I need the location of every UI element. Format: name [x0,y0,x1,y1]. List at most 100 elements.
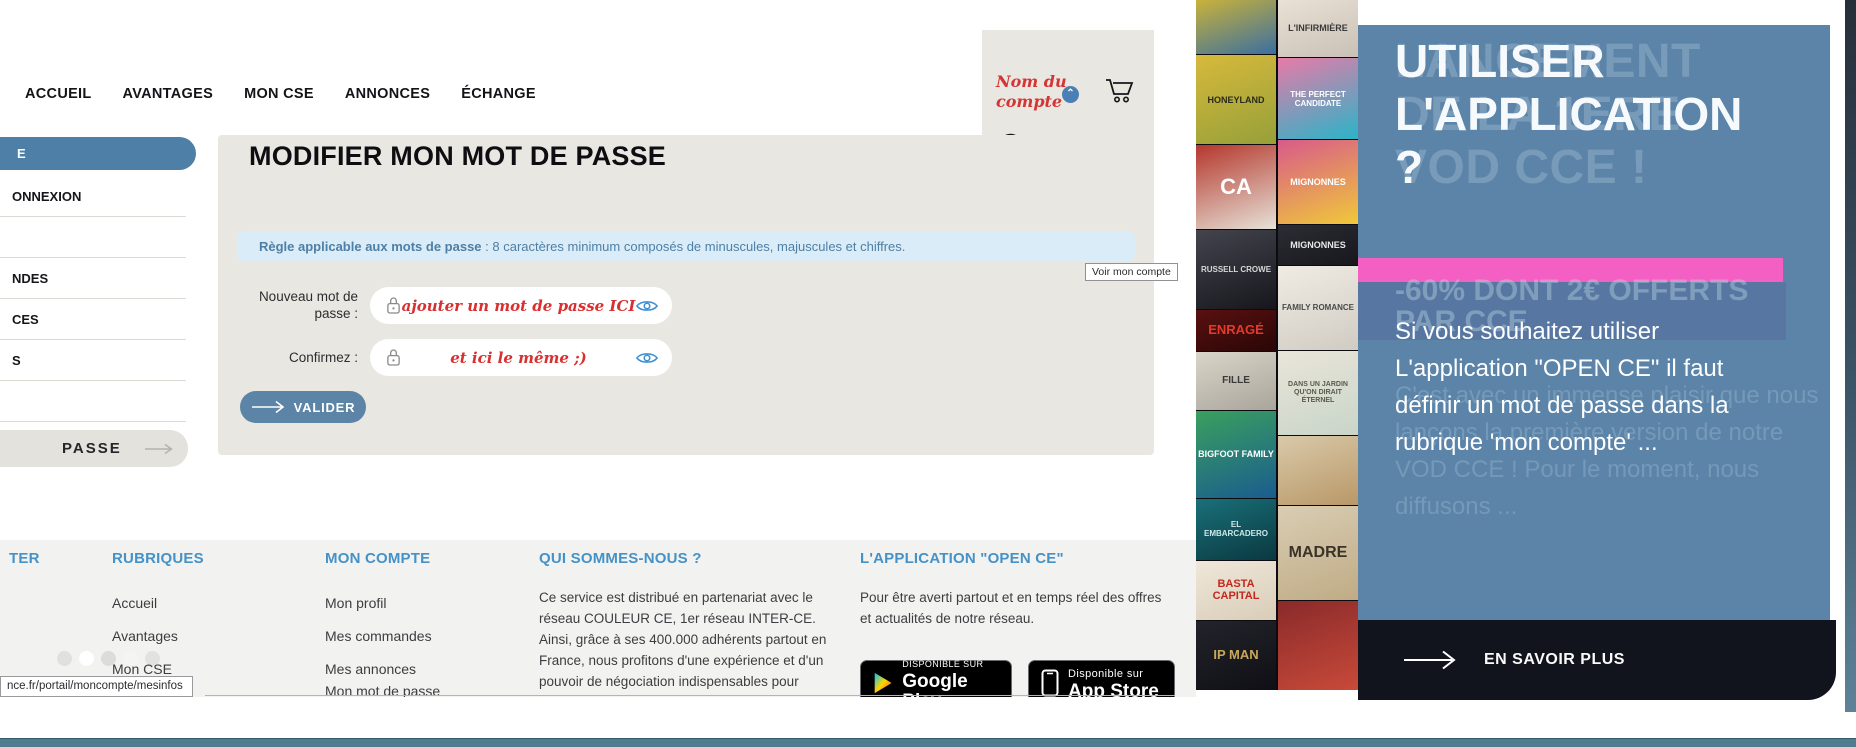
footer-col-title: QUI SOMMES-NOUS ? [539,550,702,567]
poster-column: L'INFIRMIÈRE THE PERFECT CANDIDATE MIGNONN… [1278,0,1358,690]
movie-poster: Fille [1196,352,1276,410]
footer-col-rubriques: RUBRIQUES Accueil Avantages Mon CSE [112,550,204,677]
poster-title: FAMILY ROMANCE [1281,303,1354,313]
cart-icon[interactable] [1104,76,1136,109]
sidebar-item-active[interactable]: E [0,137,196,170]
footer-col-title: MON COMPTE [325,550,431,567]
confirm-password-input[interactable]: et ici le même ;) [370,339,672,376]
movie-poster [1278,601,1358,690]
sidebar-item[interactable]: CES [0,299,186,340]
poster-title [1316,469,1320,473]
movie-poster [1278,435,1358,506]
movie-poster: DANS UN JARDIN QU'ON DIRAIT ÉTERNEL [1278,350,1358,435]
cta-label: EN SAVOIR PLUS [1484,651,1625,668]
arrow-right-icon [1404,650,1456,670]
password-card: MODIFIER MON MOT DE PASSE Règle applicab… [218,135,1154,455]
footer-col-title: L'APPLICATION "OPEN CE" [860,550,1064,567]
poster-title: THE PERFECT CANDIDATE [1290,89,1346,108]
sidebar-item-label: PASSE [62,440,122,457]
footer-app-text: Pour être averti partout et en temps rée… [860,590,1162,626]
sidebar-item[interactable]: ONNEXION [0,176,186,217]
sidebar-item-mot-de-passe[interactable]: PASSE [0,430,188,467]
movie-poster: MIGNONNES [1278,140,1358,225]
poster-title: MIGNONNES [1290,239,1346,250]
sidebar-item[interactable]: NDES [0,258,186,299]
footer-contact-fragment: TER [9,550,40,567]
movie-poster: CA [1196,145,1276,229]
footer-col-application: L'APPLICATION "OPEN CE" Pour être averti… [860,550,1175,697]
sidebar-item[interactable] [0,381,186,422]
sidebar-item[interactable] [0,217,186,258]
new-password-label: Nouveau mot de passe : [258,289,358,321]
app-store-badge[interactable]: Disponible sur App Store [1028,660,1175,697]
rule-label: Règle applicable aux mots de passe [259,239,482,254]
poster-title: L'INFIRMIÈRE [1288,23,1348,34]
chevron-up-icon[interactable]: ⌃ [1062,86,1079,103]
badge-line1: DISPONIBLE SUR [902,658,984,669]
bottom-border-bar [0,738,1856,747]
nav-item-accueil[interactable]: ACCUEIL [25,86,92,102]
website-viewport: ACCUEIL AVANTAGES MON CSE ANNONCES ÉCHAN… [0,0,1196,697]
movie-poster [1196,0,1276,55]
poster-title: IP MAN [1213,647,1259,662]
password-annotation: ajouter un mot de passe ICI [401,296,636,315]
lock-icon [387,349,400,366]
poster-title [1316,644,1320,648]
badge-line1: Disponible sur [1068,667,1144,680]
poster-title: BIGFOOT FAMILY [1198,448,1274,459]
poster-title: madre [1288,543,1348,561]
new-password-input[interactable]: ajouter un mot de passe ICI [370,287,672,324]
link-status-bar: nce.fr/portail/moncompte/mesinfos [0,676,193,697]
footer-link[interactable]: Accueil [112,595,232,611]
confirm-password-label: Confirmez : [288,350,358,365]
page-cut-line [205,695,1175,696]
en-savoir-plus-button[interactable]: EN SAVOIR PLUS [1358,620,1836,700]
arrow-right-icon [145,443,173,454]
movie-poster: L'INFIRMIÈRE [1278,0,1358,58]
movie-poster: EL EMBARCADERO [1196,498,1276,560]
google-play-icon [874,672,892,693]
promo-slide-panel: LANCEMENT DE LA 1ERE VOD CCE ! UTILISER … [1358,25,1830,620]
poster-title: HONEYLAND [1207,94,1265,105]
movie-poster: THE PERFECT CANDIDATE [1278,58,1358,140]
password-rule-banner: Règle applicable aux mots de passe : 8 c… [237,231,1135,262]
footer-link[interactable]: Avantages [112,628,232,644]
movie-poster: FAMILY ROMANCE [1278,265,1358,350]
smartphone-icon [1041,669,1059,696]
carousel-dot[interactable] [57,651,72,666]
badge-line2: Google Play [902,670,968,698]
movie-poster: RUSSELL CROWE [1196,230,1276,309]
movie-poster: MIGNONNES [1278,225,1358,265]
poster-title: RUSSELL CROWE [1200,264,1272,274]
movie-poster: BASTA CAPITAL [1196,560,1276,620]
carousel-dot[interactable] [79,651,94,666]
promo-text: Si vous souhaitez utiliser L'application… [1395,318,1729,456]
nav-item-echange[interactable]: ÉCHANGE [461,86,536,102]
nav-item-mon-cse[interactable]: MON CSE [244,86,314,102]
footer-about-text: Ce service est distribué en partenariat … [539,590,827,697]
footer: TER RUBRIQUES Accueil Avantages Mon CSE … [0,540,1196,697]
valider-label: VALIDER [293,399,356,415]
arrow-right-icon [251,400,284,414]
nav-item-annonces[interactable]: ANNONCES [345,86,430,102]
promo-title: UTILISER L'APPLICATION ? [1395,35,1743,193]
eye-icon[interactable] [636,351,658,365]
sidebar-item[interactable]: S [0,340,186,381]
valider-button[interactable]: VALIDER [240,391,366,423]
footer-link[interactable]: Mon profil [325,595,475,611]
footer-col-mon-compte: MON COMPTE Mon profil Mes commandes Mes … [325,550,440,697]
poster-title: DANS UN JARDIN QU'ON DIRAIT ÉTERNEL [1288,380,1348,404]
footer-link[interactable]: Mes annonces [325,661,475,677]
google-play-badge[interactable]: DISPONIBLE SUR Google Play [860,658,1012,698]
screenshot-canvas: https://adherent-snep-unsa.opence.fr/por… [0,0,1856,747]
eye-icon[interactable] [636,299,658,313]
poster-column: HONEYLAND CA RUSSELL CROWE ENRAGÉ Fille BIGFO… [1196,0,1276,691]
hover-tooltip: Voir mon compte [1085,263,1178,281]
main-nav: ACCUEIL AVANTAGES MON CSE ANNONCES ÉCHAN… [25,86,536,102]
movie-poster: BIGFOOT FAMILY [1196,410,1276,498]
poster-title: ENRAGÉ [1208,322,1264,338]
poster-title: Fille [1222,375,1250,387]
footer-link[interactable]: Mon CSE [112,661,232,677]
footer-link[interactable]: Mes commandes [325,628,475,644]
nav-item-avantages[interactable]: AVANTAGES [123,86,214,102]
